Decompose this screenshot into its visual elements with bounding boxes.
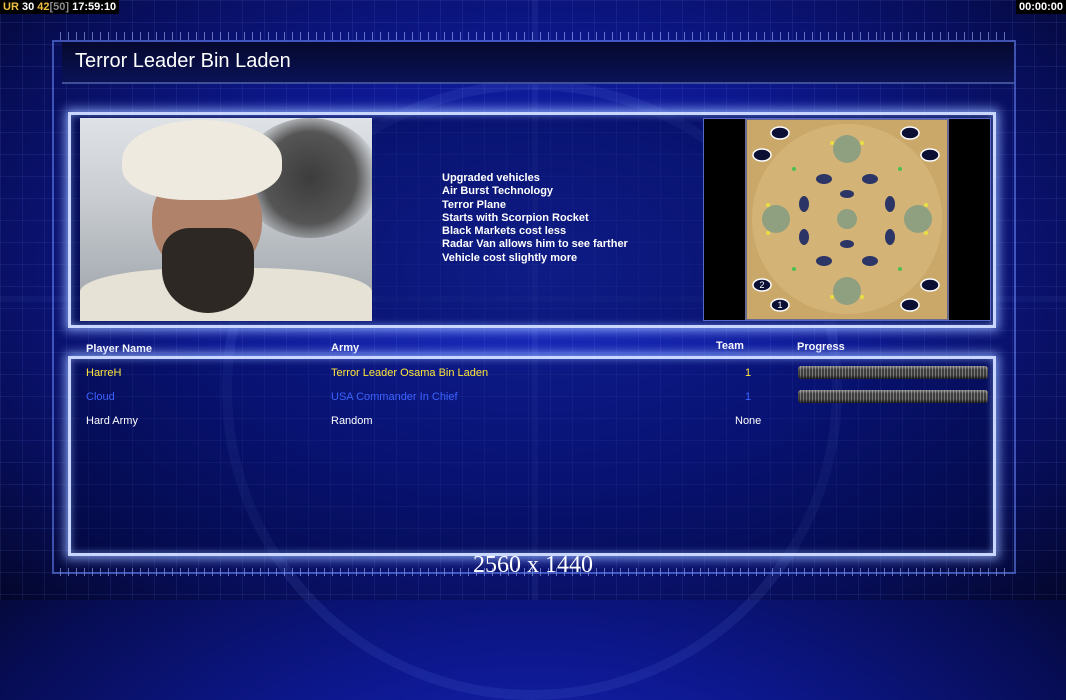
player-progress-bar [798, 366, 988, 379]
player-army: Random [331, 415, 373, 427]
player-team: 1 [745, 367, 752, 379]
hud-clock: 17:59:10 [72, 1, 117, 13]
portrait-beard [162, 228, 254, 313]
player-name: Hard Army [86, 415, 138, 427]
start-marker-2[interactable]: 2 [752, 278, 772, 292]
column-header-team: Team [716, 340, 744, 352]
resolution-label: 2560 x 1440 [473, 552, 593, 578]
map-preview-image: 2 1 [745, 119, 949, 320]
column-header-player-name: Player Name [86, 343, 153, 355]
hud-value-a: 30 [21, 1, 35, 13]
player-name: Cloud [86, 391, 115, 403]
player-army: Terror Leader Osama Bin Laden [331, 367, 489, 379]
column-header-progress: Progress [797, 341, 845, 353]
player-table [68, 356, 996, 556]
hud-stats: UR 30 42[50] 17:59:10 [0, 0, 120, 14]
column-header-army: Army [331, 342, 360, 354]
map-preview[interactable]: 2 1 [703, 118, 991, 321]
hud-value-b: 42 [37, 1, 50, 13]
trait-item: Radar Van allows him to see farther [442, 238, 628, 251]
player-army: USA Commander In Chief [331, 391, 458, 403]
general-portrait-icon [80, 118, 372, 321]
trait-item: Air Burst Technology [442, 185, 554, 198]
hud-tag: UR [3, 1, 19, 13]
trait-item: Upgraded vehicles [442, 172, 540, 184]
player-team: 1 [745, 391, 752, 403]
general-traits-list: Upgraded vehicles Air Burst Technology T… [442, 172, 628, 265]
trait-item: Vehicle cost slightly more [442, 251, 578, 264]
start-marker-2-label: 2 [759, 280, 764, 290]
page-title: Terror Leader Bin Laden [75, 50, 291, 72]
hud-value-c: [50] [49, 1, 70, 13]
ruler-top [60, 32, 1006, 40]
start-marker-1-label: 1 [777, 300, 782, 310]
hud-timer: 00:00:00 [1015, 0, 1066, 14]
trait-item: Starts with Scorpion Rocket [442, 211, 589, 224]
start-marker-1[interactable]: 1 [770, 298, 790, 312]
player-team: None [735, 415, 762, 427]
player-progress-bar [798, 390, 988, 403]
player-name: HarreH [86, 367, 122, 379]
portrait-turban [122, 120, 282, 200]
trait-item: Terror Plane [442, 198, 506, 211]
trait-item: Black Markets cost less [442, 225, 567, 238]
